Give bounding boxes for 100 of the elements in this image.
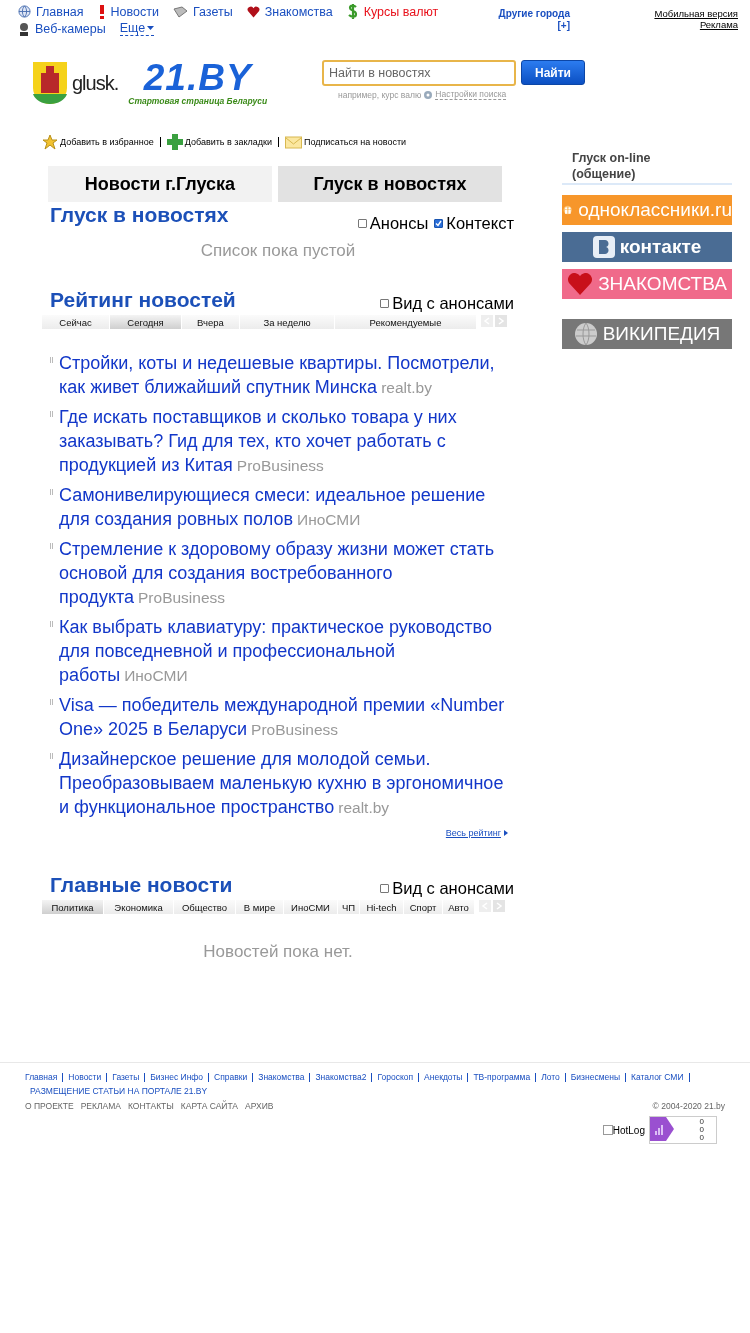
footer-link[interactable]: АРХИВ [245,1101,274,1111]
news-link[interactable]: Стремление к здоровому образу жизни может стать основой для создания востребованного продукта ProBusiness [59,537,507,610]
webcam-icon [18,21,30,36]
footer-link[interactable]: РЕКЛАМА [80,1101,121,1111]
checkbox[interactable] [380,884,390,893]
nav-link[interactable]: Курсы валют [346,4,439,19]
news-link[interactable]: Как выбрать клавиатуру: практическое руководство для повседневной и профессиональной работы ИноСМИ [59,615,507,688]
section-title: Рейтинг новостей [50,287,236,313]
news-link[interactable]: Стройки, коты и недешевые квартиры. Посмотрели, как живет ближайший спутник Минска realt.by [59,351,507,400]
footer-link[interactable]: О ПРОЕКТЕ [25,1101,74,1111]
period-tab[interactable]: За неделю [240,315,335,329]
action-link[interactable]: Добавить в избранное [42,134,154,150]
footer-link[interactable]: РАЗМЕЩЕНИЕ СТАТЬИ НА ПОРТАЛЕ 21.BY [30,1084,208,1098]
heart-icon [246,5,260,18]
category-tab[interactable]: Hi-tech [360,900,404,914]
checkbox-label: Вид с анонсами [392,294,514,313]
bullet-icon [50,621,53,627]
news-link[interactable]: Где искать поставщиков и сколько товара у них заказывать? Гид для тех, кто хочет работать с продукцией из Китая ProBusiness [59,405,507,478]
footer-link[interactable]: Бизнес Инфо [150,1070,204,1084]
social-banner[interactable]: контакте [562,232,732,262]
plus-icon [166,134,183,150]
period-tab[interactable]: Рекомендуемые [335,315,477,329]
checkbox[interactable] [357,219,367,228]
nav-link[interactable]: Веб-камеры [18,21,106,36]
heart-icon [567,273,594,295]
checkbox[interactable] [380,299,390,308]
top-link[interactable]: Мобильная версия [654,8,738,19]
broken-image-icon [602,1125,613,1135]
envelope-icon [284,135,302,149]
footer-link[interactable]: Главная [25,1070,58,1084]
empty-message: Новостей пока нет. [202,941,354,962]
nav-link[interactable]: Знакомства [246,4,333,19]
tab[interactable]: Новости г.Глуска [48,166,272,202]
period-tab[interactable]: Сейчас [42,315,110,329]
footer-link[interactable]: Справки [214,1070,248,1084]
category-tab[interactable]: Экономика [104,900,174,914]
footer-link[interactable]: Газеты [112,1070,140,1084]
social-banner[interactable]: ВИКИПЕДИЯ [562,319,732,349]
footer-link[interactable]: Бизнесмены [570,1070,621,1084]
footer-link[interactable]: КАРТА САЙТА [180,1101,238,1111]
more-menu[interactable]: Еще [119,21,155,36]
news-link[interactable]: Самонивелирующиеся смеси: идеальное решение для создания ровных полов ИноСМИ [59,483,507,532]
caret-icon [147,26,155,30]
gear-icon [423,89,434,100]
footer-link[interactable]: Знакомства [258,1070,305,1084]
letter-b-icon [592,236,615,258]
search-hint: например, курс валю [338,89,422,100]
category-tab[interactable]: Спорт [404,900,443,914]
bullet-icon [50,411,53,417]
all-rating-link[interactable]: Весь рейтинг [445,828,501,838]
footer-link[interactable]: ТВ-программа [473,1070,531,1084]
copyright: © 2004-2020 21.by [652,1101,725,1111]
footer-link[interactable]: Каталог СМИ [631,1070,684,1084]
checkbox-label: Контекст [446,214,514,233]
expand-toggle[interactable]: [+] [458,20,570,32]
news-link[interactable]: Дизайнерское решение для молодой семьи. Преобразовываем маленькую кухню в эргономичное и функциональное пространство realt.by [59,747,507,820]
checkbox-label: Вид с анонсами [392,879,514,898]
slogan: Стартовая страница Беларуси [128,96,268,106]
footer-link[interactable]: Анекдоты [424,1070,463,1084]
category-tab[interactable]: Авто [443,900,475,914]
search-field[interactable]: Найти в новостях [322,60,516,86]
category-tab[interactable]: Общество [174,900,236,914]
top-link[interactable]: Реклама [699,19,738,30]
counter-value: 0 [699,1134,704,1142]
category-tab[interactable]: Политика [42,900,104,914]
category-tab[interactable]: В мире [236,900,284,914]
footer-link[interactable]: Знакомства2 [315,1070,367,1084]
action-link[interactable]: Добавить в закладки [166,134,272,150]
image-alt-text: HotLog [612,1124,645,1136]
footer-link[interactable]: Новости [68,1070,102,1084]
bullet-icon [50,543,53,549]
search-button[interactable]: Найти [521,60,585,85]
arrow-icon [504,830,508,836]
counter-badge[interactable]: 0 0 0 [649,1116,717,1144]
section-title: Главные новости [50,872,233,898]
period-tab[interactable]: Вчера [182,315,240,329]
star-icon [42,134,58,150]
checkbox[interactable] [434,219,444,228]
action-link[interactable]: Подписаться на новости [284,135,407,149]
newspaper-icon [172,5,188,18]
period-tab[interactable]: Сегодня [110,315,182,329]
bullet-icon [50,489,53,495]
nav-link[interactable]: Новости [97,4,159,19]
footer-link[interactable]: Гороскоп [377,1070,414,1084]
nav-link[interactable]: Главная [18,4,84,19]
bullet-icon [50,357,53,363]
category-tab[interactable]: ЧП [338,900,360,914]
news-link[interactable]: Visa — победитель международной премии «Number One» 2025 в Беларуси ProBusiness [59,693,507,742]
bullet-icon [50,753,53,759]
section-title: Глуск в новостях [50,202,229,228]
city-logo-text: glusk. [72,71,119,95]
site-logo[interactable]: 21.BY [143,60,252,96]
tab[interactable]: Глуск в новостях [278,166,502,202]
footer-link[interactable]: Лото [541,1070,560,1084]
counter-value: 0 [699,1118,704,1126]
category-tab[interactable]: ИноСМИ [284,900,338,914]
checkbox-label: Анонсы [369,214,429,233]
nav-link[interactable]: Газеты [172,4,233,19]
other-cities-link[interactable]: Другие города [458,8,570,20]
footer-link[interactable]: КОНТАКТЫ [127,1101,174,1111]
